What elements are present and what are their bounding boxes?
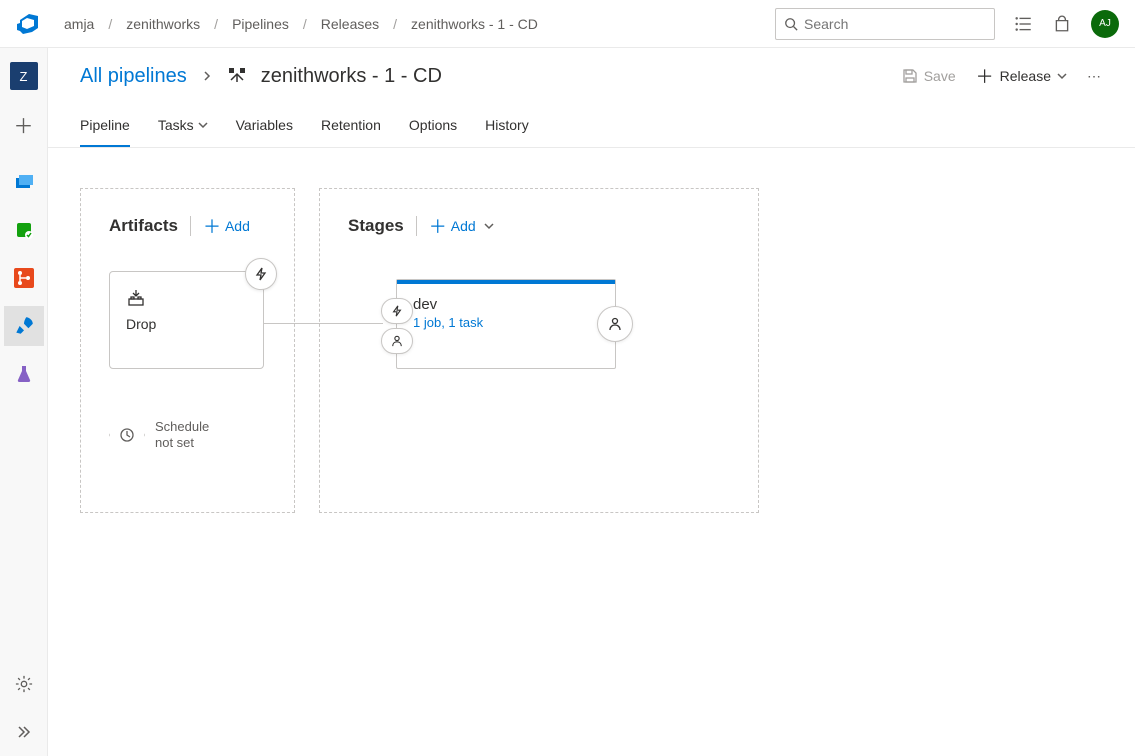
nav-settings[interactable] (4, 664, 44, 704)
artifact-name: Drop (126, 316, 247, 332)
pre-deploy-approvers-button[interactable] (381, 328, 413, 354)
project-badge: Z (10, 62, 38, 90)
tabs: Pipeline Tasks Variables Retention Optio… (48, 104, 1135, 148)
stages-title: Stages (348, 216, 404, 236)
pipeline-title: zenithworks - 1 - CD (261, 65, 442, 88)
add-stage-button[interactable]: ＋ Add (429, 213, 494, 239)
search-icon (784, 17, 798, 31)
plus-icon: ＋ (429, 213, 447, 239)
page-header: All pipelines zenithworks - 1 - CD Save (48, 48, 1135, 104)
flask-icon (12, 362, 36, 386)
chevron-right-icon (201, 70, 213, 82)
azure-devops-logo-icon[interactable] (16, 12, 40, 36)
gear-icon (12, 672, 36, 696)
post-deploy-approvers-button[interactable] (597, 306, 633, 342)
breadcrumb: amja / zenithworks / Pipelines / Release… (64, 16, 538, 32)
breadcrumb-item-current[interactable]: zenithworks - 1 - CD (411, 16, 538, 32)
nav-boards[interactable] (4, 162, 44, 202)
user-avatar[interactable]: AJ (1091, 10, 1119, 38)
nav-collapse[interactable] (4, 712, 44, 752)
search-box[interactable] (775, 8, 995, 40)
search-input[interactable] (804, 16, 986, 32)
nav-repos[interactable] (4, 210, 44, 250)
more-actions-button[interactable]: ⋯ (1087, 68, 1103, 85)
artifacts-title: Artifacts (109, 216, 178, 236)
artifacts-panel: Artifacts ＋ Add Drop (80, 188, 295, 513)
nav-pipelines[interactable] (4, 306, 44, 346)
boards-icon (12, 170, 36, 194)
clock-hexagon-icon (109, 417, 145, 453)
artifact-card[interactable]: Drop (109, 271, 264, 369)
stages-panel: Stages ＋ Add (319, 188, 759, 513)
breadcrumb-item[interactable]: Pipelines (232, 16, 289, 32)
nav-new[interactable]: ＋ (4, 104, 44, 144)
lightning-icon (254, 267, 268, 281)
build-artifact-icon (126, 288, 247, 308)
branch-icon (12, 266, 36, 290)
save-icon (902, 68, 918, 84)
breadcrumb-item[interactable]: zenithworks (126, 16, 200, 32)
breadcrumb-item[interactable]: Releases (321, 16, 379, 32)
chevron-double-right-icon (12, 720, 36, 744)
schedule-block[interactable]: Schedule not set (109, 417, 266, 453)
chevron-down-icon (1057, 71, 1067, 81)
all-pipelines-link[interactable]: All pipelines (80, 65, 187, 88)
pre-deploy-conditions-button[interactable] (381, 298, 413, 324)
tab-pipeline[interactable]: Pipeline (80, 104, 130, 147)
stage-jobs-link[interactable]: 1 job, 1 task (413, 315, 599, 330)
rocket-icon (12, 314, 36, 338)
shopping-bag-icon[interactable] (1053, 15, 1071, 33)
breadcrumb-item[interactable]: amja (64, 16, 94, 32)
tab-options[interactable]: Options (409, 104, 457, 147)
tab-retention[interactable]: Retention (321, 104, 381, 147)
nav-git[interactable] (4, 258, 44, 298)
stage-name: dev (413, 296, 599, 313)
save-button: Save (902, 68, 956, 84)
lightning-icon (391, 305, 403, 317)
tab-history[interactable]: History (485, 104, 529, 147)
add-artifact-button[interactable]: ＋ Add (203, 213, 250, 239)
nav-project[interactable]: Z (4, 56, 44, 96)
connector-line (263, 323, 383, 324)
person-icon (391, 335, 403, 347)
release-dropdown[interactable]: ＋ Release (976, 63, 1067, 89)
plus-icon: ＋ (14, 110, 34, 139)
artifact-trigger-button[interactable] (245, 258, 277, 290)
person-icon (608, 317, 622, 331)
stage-card[interactable]: dev 1 job, 1 task (396, 279, 616, 369)
tab-tasks[interactable]: Tasks (158, 104, 208, 147)
tab-variables[interactable]: Variables (236, 104, 293, 147)
chevron-down-icon (198, 120, 208, 130)
left-nav: Z ＋ (0, 48, 48, 756)
pipeline-type-icon (227, 66, 247, 86)
repos-icon (12, 218, 36, 242)
plus-icon: ＋ (976, 63, 994, 89)
schedule-text: Schedule not set (155, 419, 209, 450)
list-icon[interactable] (1015, 15, 1033, 33)
chevron-down-icon (484, 221, 494, 231)
nav-testplans[interactable] (4, 354, 44, 394)
plus-icon: ＋ (203, 213, 221, 239)
